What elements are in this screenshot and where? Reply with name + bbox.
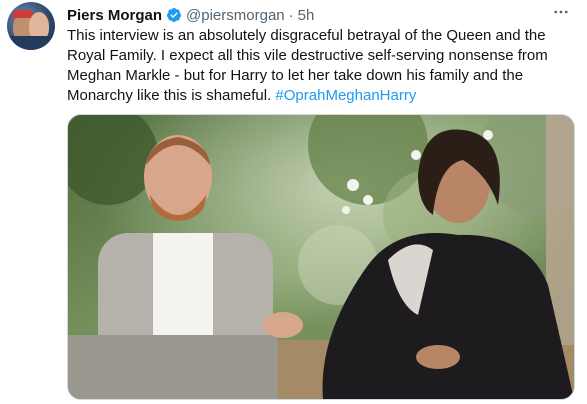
avatar-shirt	[7, 36, 55, 50]
author-name[interactable]: Piers Morgan	[67, 7, 162, 24]
tweet-header: Piers Morgan @piersmorgan · 5h	[67, 5, 314, 25]
hashtag-link[interactable]: #OprahMeghanHarry	[275, 87, 416, 104]
interview-photo	[68, 115, 574, 399]
separator-dot: ·	[288, 6, 294, 24]
verified-badge-icon	[166, 7, 182, 23]
more-options-icon[interactable]	[551, 2, 571, 22]
tweet-media-image[interactable]	[67, 114, 575, 400]
tweet[interactable]: Piers Morgan @piersmorgan · 5h This inte…	[0, 0, 587, 404]
avatar[interactable]	[7, 2, 55, 50]
author-handle[interactable]: @piersmorgan	[186, 7, 285, 24]
timestamp[interactable]: 5h	[298, 7, 315, 24]
tweet-text: This interview is an absolutely disgrace…	[67, 26, 579, 106]
